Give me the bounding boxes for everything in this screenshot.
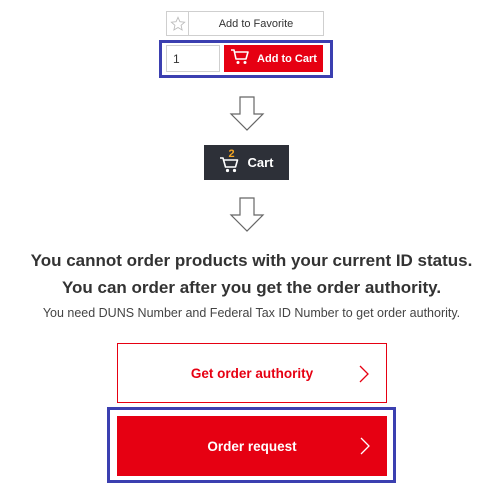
add-to-favorite-label: Add to Favorite <box>218 17 294 30</box>
order-request-button[interactable]: Order request <box>117 416 387 476</box>
cart-icon: 2 <box>219 148 241 174</box>
status-message-line1: You cannot order products with your curr… <box>30 251 473 270</box>
cart-button[interactable]: 2 Cart <box>204 145 289 180</box>
cart-count-badge: 2 <box>228 147 235 160</box>
favorite-star-icon <box>167 12 189 35</box>
order-request-label: Order request <box>207 438 297 454</box>
down-arrow-icon <box>229 197 265 233</box>
get-order-authority-label: Get order authority <box>190 365 314 381</box>
down-arrow-icon <box>229 96 265 132</box>
quantity-input[interactable] <box>166 45 220 72</box>
cart-icon <box>230 49 250 68</box>
chevron-right-icon <box>359 365 369 383</box>
add-to-cart-button[interactable]: Add to Cart <box>224 45 323 72</box>
status-message-line2: You can order after you get the order au… <box>61 278 442 297</box>
cart-button-label: Cart <box>247 155 274 170</box>
add-to-favorite-button[interactable]: Add to Favorite <box>166 11 324 36</box>
add-to-cart-label: Add to Cart <box>257 52 317 65</box>
get-order-authority-button[interactable]: Get order authority <box>117 343 387 403</box>
status-subtext: You need DUNS Number and Federal Tax ID … <box>42 306 461 320</box>
chevron-right-icon <box>360 437 370 455</box>
status-message: You cannot order products with your curr… <box>0 247 503 301</box>
